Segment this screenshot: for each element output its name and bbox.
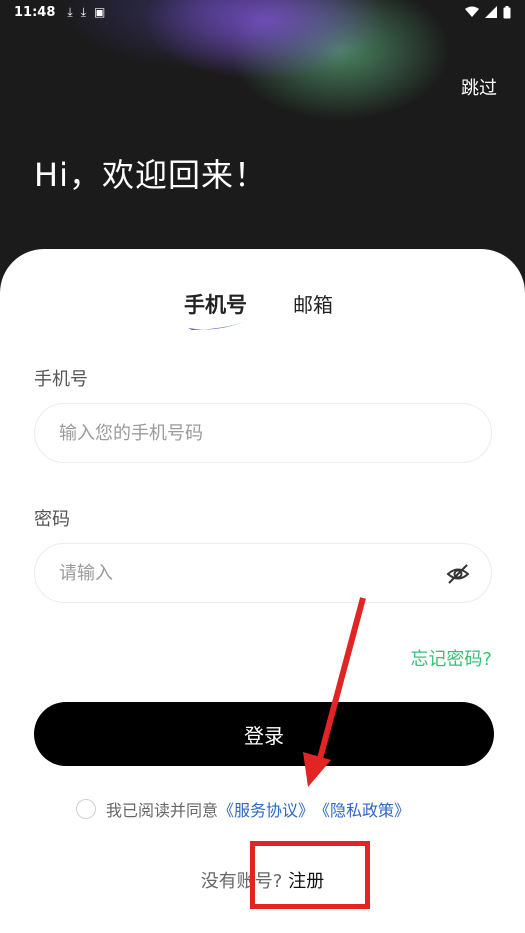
- password-label: 密码: [34, 509, 70, 530]
- login-card: 手机号 邮箱 手机号 密码 忘记密码? 登录 我已阅读并同意: [0, 249, 525, 933]
- annotation-highlight-box: [250, 841, 370, 909]
- download-icon: ⤓: [80, 4, 87, 19]
- battery-icon: [503, 5, 511, 18]
- service-agreement-link[interactable]: 《服务协议》: [218, 797, 314, 821]
- login-button[interactable]: 登录: [34, 702, 494, 766]
- app-icon: ▣: [94, 5, 106, 19]
- signal-icon: [485, 6, 497, 18]
- login-tabs: 手机号 邮箱: [0, 289, 525, 339]
- status-bar: 11:48 ⤓ ⤓ ▣: [0, 0, 525, 24]
- agreement-text: 我已阅读并同意: [106, 801, 219, 820]
- phone-input-box[interactable]: [34, 403, 492, 463]
- phone-label: 手机号: [34, 369, 88, 390]
- eye-off-icon[interactable]: [445, 561, 471, 587]
- tab-phone[interactable]: 手机号: [184, 289, 247, 319]
- agreement-row: 我已阅读并同意 《服务协议》 《隐私政策》: [76, 797, 410, 821]
- password-input[interactable]: [59, 562, 467, 584]
- agree-checkbox[interactable]: [76, 799, 96, 819]
- skip-button[interactable]: 跳过: [461, 74, 497, 100]
- forgot-password-link[interactable]: 忘记密码?: [410, 645, 492, 671]
- tab-email[interactable]: 邮箱: [293, 289, 333, 318]
- welcome-title: Hi，欢迎回来！: [34, 156, 267, 194]
- phone-input[interactable]: [59, 422, 467, 444]
- status-time: 11:48: [14, 4, 56, 20]
- password-input-box[interactable]: [34, 543, 492, 603]
- wifi-icon: [465, 6, 479, 17]
- privacy-policy-link[interactable]: 《隐私政策》: [314, 797, 410, 821]
- tab-active-indicator: [188, 321, 246, 330]
- download-icon: ⤓: [67, 4, 73, 19]
